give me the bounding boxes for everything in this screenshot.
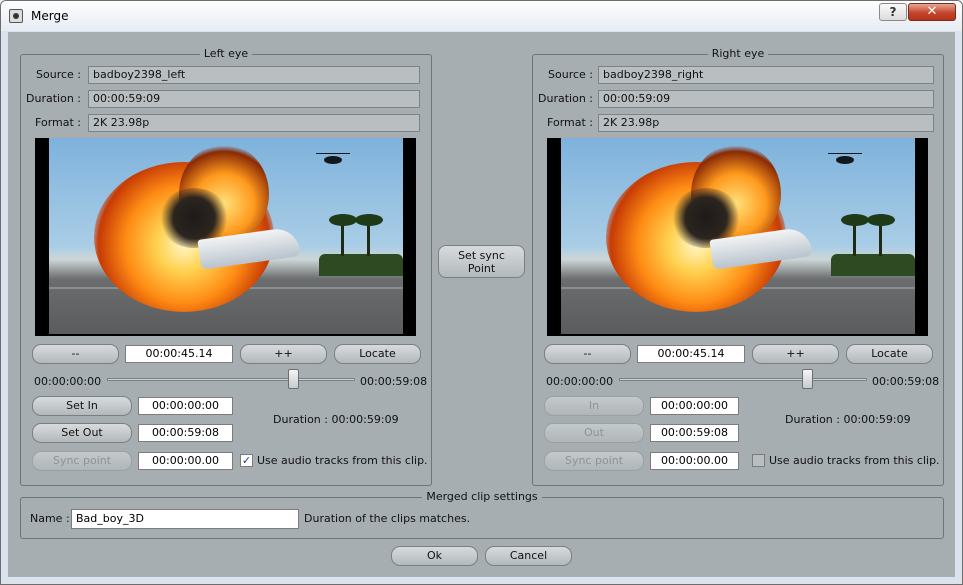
right-slider-thumb[interactable] — [802, 369, 813, 389]
clip-name-input[interactable]: Bad_boy_3D — [71, 509, 299, 529]
right-source-label: Source : — [548, 68, 593, 81]
left-audio-label: Use audio tracks from this clip. — [257, 454, 428, 467]
merge-status-text: Duration of the clips matches. — [304, 512, 471, 525]
right-next-frame-button[interactable]: ++ — [752, 344, 839, 364]
close-button[interactable]: ✕ — [908, 3, 956, 21]
help-button[interactable]: ? — [879, 3, 907, 21]
left-duration-text: Duration : 00:00:59:09 — [273, 413, 399, 426]
left-locate-button[interactable]: Locate — [334, 344, 421, 364]
left-source-label: Source : — [36, 68, 81, 81]
right-in-button[interactable]: In — [544, 396, 644, 416]
right-source-field: badboy2398_right — [598, 66, 934, 84]
right-video-preview — [547, 138, 928, 336]
right-locate-button[interactable]: Locate — [846, 344, 933, 364]
left-format-label: Format : — [35, 116, 81, 129]
left-duration-label: Duration : — [26, 92, 81, 105]
left-sync-point-button[interactable]: Sync point — [32, 451, 132, 471]
left-sync-input[interactable]: 00:00:00.00 — [138, 452, 233, 470]
left-video-preview — [35, 138, 416, 336]
left-timecode-input[interactable]: 00:00:45.14 — [125, 345, 233, 363]
left-out-input[interactable]: 00:00:59:08 — [138, 424, 233, 442]
left-source-field: badboy2398_left — [88, 66, 420, 84]
right-video-frame — [561, 138, 915, 334]
title-bar[interactable]: Merge ? ✕ — [1, 1, 962, 31]
left-prev-frame-button[interactable]: -- — [32, 344, 119, 364]
ok-button[interactable]: Ok — [391, 546, 478, 566]
right-in-input[interactable]: 00:00:00:00 — [650, 397, 739, 415]
right-format-field: 2K 23.98p — [598, 114, 934, 132]
merged-clip-group: Merged clip settings Name : Bad_boy_3D D… — [20, 490, 944, 539]
right-timecode-input[interactable]: 00:00:45.14 — [637, 345, 745, 363]
left-slider-thumb[interactable] — [288, 369, 299, 389]
set-sync-point-button[interactable]: Set sync Point — [438, 245, 525, 278]
right-duration-text: Duration : 00:00:59:09 — [785, 413, 911, 426]
right-out-input[interactable]: 00:00:59:08 — [650, 424, 739, 442]
window-title: Merge — [31, 9, 69, 23]
left-format-field: 2K 23.98p — [88, 114, 420, 132]
left-audio-checkbox[interactable]: ✓ — [240, 454, 253, 467]
left-range-start: 00:00:00:00 — [34, 375, 102, 388]
left-duration-field: 00:00:59:09 — [88, 90, 420, 108]
right-slider-track[interactable] — [619, 378, 867, 381]
left-set-in-button[interactable]: Set In — [32, 396, 132, 416]
merge-dialog: Merge ? ✕ Left eye Source : badboy2398_l… — [0, 0, 963, 585]
right-duration-field: 00:00:59:09 — [598, 90, 934, 108]
right-audio-checkbox[interactable] — [752, 454, 765, 467]
right-sync-point-button[interactable]: Sync point — [544, 451, 644, 471]
left-next-frame-button[interactable]: ++ — [240, 344, 327, 364]
left-slider-track[interactable] — [107, 378, 355, 381]
right-duration-label: Duration : — [538, 92, 593, 105]
left-in-input[interactable]: 00:00:00:00 — [138, 397, 233, 415]
left-eye-group: Left eye Source : badboy2398_left Durati… — [20, 47, 432, 486]
name-label: Name : — [30, 512, 70, 525]
merge-app-icon — [9, 9, 23, 23]
right-audio-label: Use audio tracks from this clip. — [769, 454, 940, 467]
right-range-end: 00:00:59:08 — [872, 375, 940, 388]
left-eye-title: Left eye — [199, 47, 253, 60]
right-eye-title: Right eye — [707, 47, 769, 60]
left-range-end: 00:00:59:08 — [360, 375, 428, 388]
cancel-button[interactable]: Cancel — [485, 546, 572, 566]
right-out-button[interactable]: Out — [544, 423, 644, 443]
right-prev-frame-button[interactable]: -- — [544, 344, 631, 364]
dialog-body: Left eye Source : badboy2398_left Durati… — [8, 32, 955, 577]
right-sync-input[interactable]: 00:00:00.00 — [650, 452, 739, 470]
right-eye-group: Right eye Source : badboy2398_right Dura… — [532, 47, 944, 486]
left-video-frame — [49, 138, 403, 334]
left-set-out-button[interactable]: Set Out — [32, 423, 132, 443]
right-range-start: 00:00:00:00 — [546, 375, 614, 388]
merged-clip-title: Merged clip settings — [422, 490, 542, 503]
right-format-label: Format : — [547, 116, 593, 129]
